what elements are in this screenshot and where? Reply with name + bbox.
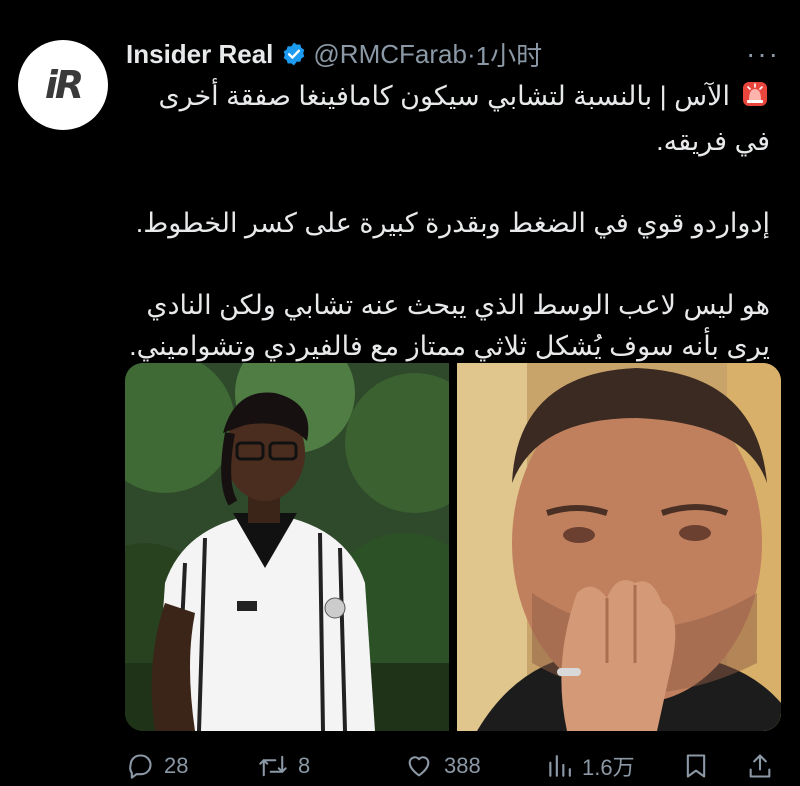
reply-icon (129, 754, 152, 779)
retweet-button[interactable]: 8 (258, 752, 310, 780)
bookmark-button[interactable] (682, 751, 710, 781)
avatar-logo: iR (44, 63, 84, 107)
paragraph-1-text: الآس | بالنسبة لتشابي سيكون كامافينغا صف… (158, 81, 770, 156)
photo-player[interactable] (125, 363, 449, 731)
tweet-header: Insider Real @RMCFarab · 1小时 ··· (126, 36, 780, 72)
more-dots-icon[interactable]: ··· (746, 38, 780, 70)
share-icon (749, 754, 771, 778)
paragraph-3: هو ليس لاعب الوسط الذي يبحث عنه تشابي ول… (129, 290, 770, 361)
views-count: 1.6万 (582, 755, 635, 780)
paragraph-2: إدواردو قوي في الضغط وبقدرة كبيرة على كس… (135, 208, 770, 238)
separator-dot: · (466, 38, 476, 69)
like-count: 388 (444, 753, 481, 778)
author-avatar[interactable]: iR (18, 40, 108, 130)
author-name[interactable]: Insider Real (126, 39, 273, 70)
share-button[interactable] (746, 751, 774, 781)
tweet-text: الآس | بالنسبة لتشابي سيكون كامافينغا صف… (120, 76, 770, 367)
verified-badge-icon (281, 41, 307, 67)
views-chart-icon (549, 755, 571, 777)
bookmark-icon (686, 754, 706, 778)
action-bar: 28 8 388 1.6万 (126, 748, 780, 784)
post-time[interactable]: 1小时 (476, 36, 542, 73)
views-button[interactable]: 1.6万 (546, 750, 635, 782)
author-handle[interactable]: @RMCFarab (313, 39, 467, 70)
paragraph-1: الآس | بالنسبة لتشابي سيكون كامافينغا صف… (120, 76, 770, 162)
like-button[interactable]: 388 (404, 752, 481, 780)
heart-icon (408, 756, 430, 777)
photo-coach[interactable] (457, 363, 781, 731)
police-siren-icon (740, 79, 770, 121)
media-grid (125, 363, 781, 731)
retweet-icon (259, 755, 287, 777)
retweet-count: 8 (298, 753, 311, 778)
reply-button[interactable]: 28 (126, 752, 188, 780)
reply-count: 28 (164, 753, 189, 778)
